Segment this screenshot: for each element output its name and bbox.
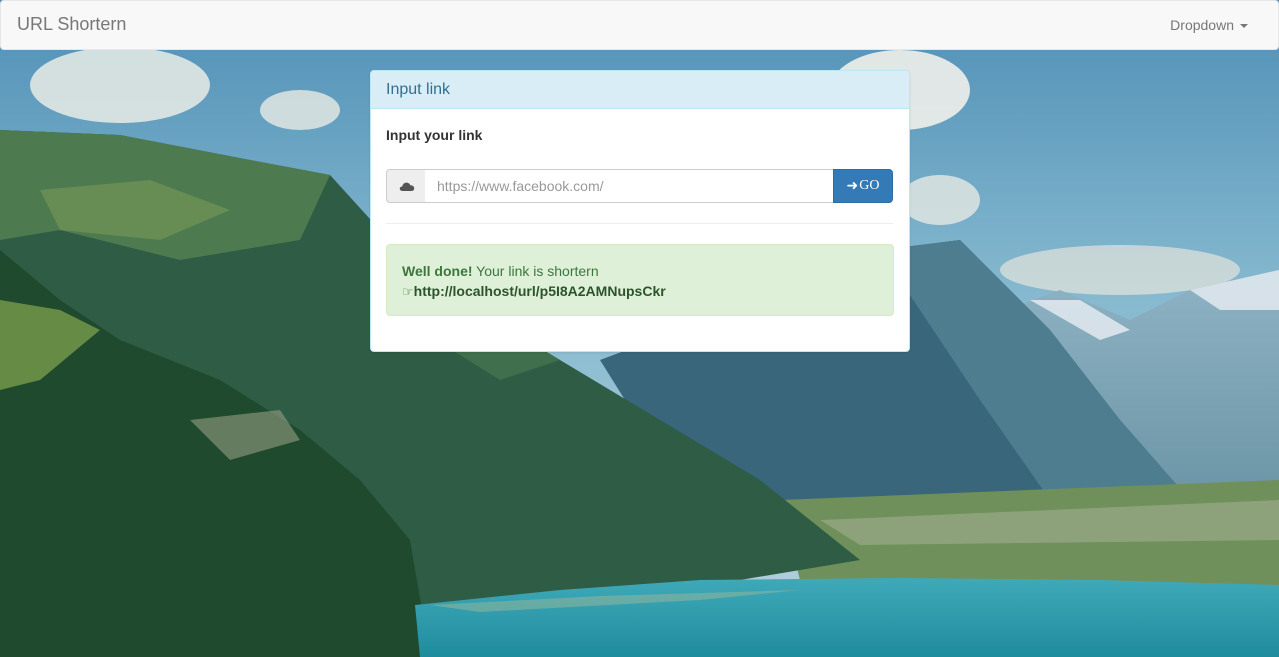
divider (386, 223, 893, 224)
url-input[interactable] (425, 169, 856, 203)
short-url-link[interactable]: http://localhost/url/p5I8A2AMNupsCkr (414, 283, 666, 299)
success-alert: Well done! Your link is shortern ☞http:/… (386, 244, 894, 316)
page: URL Shortern Dropdown Input link Input y… (0, 0, 1279, 657)
navbar: URL Shortern Dropdown (0, 0, 1279, 50)
panel-title: Input link (386, 81, 451, 98)
arrow-right-icon: ➜ (846, 178, 859, 194)
url-input-group: ➜GO (386, 169, 893, 203)
go-button[interactable]: ➜ GO (833, 169, 893, 203)
brand-title[interactable]: URL Shortern (17, 14, 126, 34)
alert-message-line: Well done! Your link is shortern (402, 263, 599, 279)
panel-heading: Input link (371, 71, 909, 109)
go-label: GO (859, 178, 880, 193)
dropdown-label: Dropdown (1170, 17, 1234, 33)
hand-right-icon: ☞ (402, 285, 414, 300)
caret-down-icon (1240, 24, 1248, 29)
input-label: Input your link (386, 127, 483, 143)
alert-message: Your link is shortern (472, 263, 599, 279)
dropdown-toggle[interactable]: Dropdown (1170, 16, 1248, 34)
alert-strong: Well done! (402, 263, 473, 279)
cloud-icon (399, 182, 415, 191)
input-addon (386, 169, 426, 203)
input-link-panel: Input link Input your link ➜GO Well done… (370, 70, 910, 352)
alert-link-line: ☞http://localhost/url/p5I8A2AMNupsCkr (402, 283, 666, 301)
